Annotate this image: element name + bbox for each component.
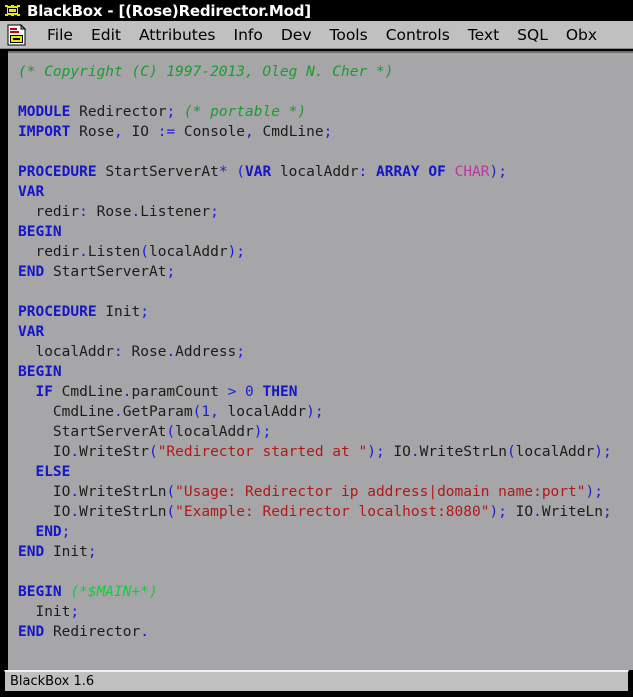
menu-item-text[interactable]: Text — [459, 22, 508, 48]
title-bar: BlackBox - [(Rose)Redirector.Mod] — [0, 0, 633, 21]
code-line: IO.WriteStrLn("Example: Redirector local… — [52, 504, 612, 520]
status-bar-area: BlackBox 1.6 — [0, 670, 633, 697]
source-code[interactable]: (* Copyright (C) 1997-2013, Oleg N. Cher… — [8, 58, 633, 642]
menu-item-dev[interactable]: Dev — [272, 22, 321, 48]
status-text: BlackBox 1.6 — [10, 674, 95, 689]
code-line: ELSE — [35, 464, 71, 480]
blackbox-window: BlackBox - [(Rose)Redirector.Mod] File E… — [0, 0, 633, 697]
menu-item-controls[interactable]: Controls — [377, 22, 459, 48]
blackbox-app-icon — [4, 2, 21, 19]
code-line: END; — [35, 524, 71, 540]
code-line: CmdLine.GetParam(1, localAddr); — [52, 404, 324, 420]
code-line: redir.Listen(localAddr); — [35, 244, 246, 260]
window-title: BlackBox - [(Rose)Redirector.Mod] — [27, 1, 311, 20]
code-line: MODULE Redirector; (* portable *) — [18, 104, 307, 120]
code-line: PROCEDURE Init; — [18, 304, 149, 320]
code-line: BEGIN (*$MAIN+*) — [18, 584, 158, 600]
code-line: END Redirector. — [18, 624, 149, 640]
menu-item-info[interactable]: Info — [225, 22, 272, 48]
menu-item-file[interactable]: File — [38, 22, 82, 48]
document-left-margin — [0, 51, 8, 670]
code-line: IF CmdLine.paramCount > 0 THEN — [35, 384, 298, 400]
menu-item-tools[interactable]: Tools — [321, 22, 377, 48]
code-line: IO.WriteStrLn("Usage: Redirector ip addr… — [52, 484, 603, 500]
code-line: VAR — [18, 324, 45, 340]
menu-item-obx[interactable]: Obx — [557, 22, 606, 48]
code-line: IO.WriteStr("Redirector started at "); I… — [52, 444, 612, 460]
code-line: VAR — [18, 184, 45, 200]
code-line: PROCEDURE StartServerAt* (VAR localAddr:… — [18, 164, 507, 180]
code-line: (* Copyright (C) 1997-2013, Oleg N. Cher… — [18, 64, 394, 80]
code-line: BEGIN — [18, 364, 62, 380]
status-bar: BlackBox 1.6 — [4, 670, 629, 692]
document-icon[interactable] — [6, 23, 28, 46]
code-line: END Init; — [18, 544, 97, 560]
menu-item-sql[interactable]: SQL — [508, 22, 557, 48]
menu-bar: File Edit Attributes Info Dev Tools Cont… — [0, 21, 633, 49]
code-line: Init; — [35, 604, 80, 620]
code-line: BEGIN — [18, 224, 62, 240]
code-editor-pane[interactable]: (* Copyright (C) 1997-2013, Oleg N. Cher… — [8, 51, 633, 670]
code-line: StartServerAt(localAddr); — [52, 424, 272, 440]
code-line: IMPORT Rose, IO := Console, CmdLine; — [18, 124, 333, 140]
code-line: END StartServerAt; — [18, 264, 176, 280]
code-line: redir: Rose.Listener; — [35, 204, 219, 220]
menu-item-edit[interactable]: Edit — [82, 22, 130, 48]
code-line: localAddr: Rose.Address; — [35, 344, 246, 360]
document-window: (* Copyright (C) 1997-2013, Oleg N. Cher… — [0, 49, 633, 670]
menu-item-attributes[interactable]: Attributes — [130, 22, 225, 48]
